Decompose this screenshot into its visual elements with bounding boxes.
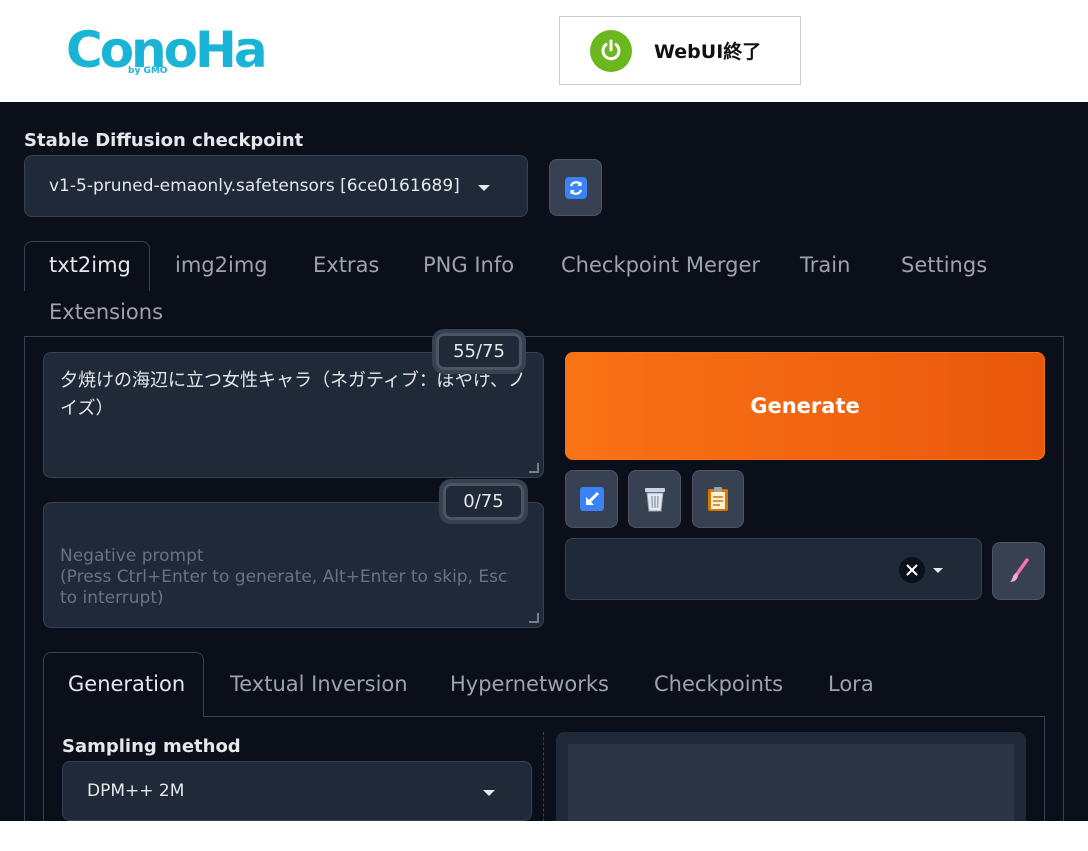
- tab-checkpoint-merger[interactable]: Checkpoint Merger: [561, 253, 760, 277]
- checkpoint-value: v1-5-pruned-emaonly.safetensors [6ce0161…: [49, 176, 460, 196]
- checkpoint-dropdown[interactable]: v1-5-pruned-emaonly.safetensors [6ce0161…: [24, 155, 528, 217]
- read-params-button[interactable]: [565, 470, 618, 528]
- sampling-method-dropdown[interactable]: DPM++ 2M: [62, 761, 532, 821]
- refresh-checkpoint-button[interactable]: [549, 159, 602, 216]
- paste-styles-button[interactable]: [692, 470, 744, 528]
- tab-extensions[interactable]: Extensions: [49, 300, 163, 324]
- clipboard-icon: [708, 487, 728, 511]
- clear-selection-icon[interactable]: [899, 557, 925, 583]
- webui-app: Stable Diffusion checkpoint v1-5-pruned-…: [0, 102, 1088, 821]
- chevron-down-icon: [478, 185, 490, 191]
- negative-prompt-input[interactable]: Negative prompt (Press Ctrl+Enter to gen…: [43, 502, 544, 628]
- subtab-textual-inversion[interactable]: Textual Inversion: [230, 672, 408, 696]
- resize-handle-icon[interactable]: [529, 463, 539, 473]
- quit-button-label: WebUI終了: [654, 41, 762, 63]
- conoha-logo: ConoHa by GMO: [66, 18, 268, 82]
- subtab-panel-right-border: [1044, 716, 1045, 821]
- refresh-icon: [564, 176, 587, 199]
- negative-prompt-placeholder: Negative prompt (Press Ctrl+Enter to gen…: [60, 546, 508, 608]
- tab-txt2img[interactable]: txt2img: [49, 253, 131, 277]
- tab-settings[interactable]: Settings: [901, 253, 987, 277]
- subtab-panel-left-border: [43, 716, 44, 821]
- edit-styles-button[interactable]: [992, 542, 1045, 600]
- power-icon: [590, 30, 632, 72]
- chevron-down-icon: [483, 790, 495, 796]
- arrow-down-left-icon: [579, 487, 604, 511]
- tab-train[interactable]: Train: [800, 253, 850, 277]
- tab-extras[interactable]: Extras: [313, 253, 379, 277]
- tab-png-info[interactable]: PNG Info: [423, 253, 514, 277]
- subtab-generation[interactable]: Generation: [68, 672, 185, 696]
- prompt-token-counter: 55/75: [432, 329, 526, 374]
- prompt-text: 夕焼けの海辺に立つ女性キャラ（ネガティブ：ぼやけ、ノイズ）: [60, 370, 527, 419]
- tab-img2img[interactable]: img2img: [175, 253, 268, 277]
- output-gallery: [556, 732, 1026, 821]
- logo-by-text: by GMO: [128, 66, 168, 76]
- sampling-method-label: Sampling method: [62, 736, 241, 757]
- clear-prompt-button[interactable]: [628, 470, 681, 528]
- output-image-area: [568, 744, 1014, 821]
- resize-handle-icon[interactable]: [529, 613, 539, 623]
- prompt-input[interactable]: 夕焼けの海辺に立つ女性キャラ（ネガティブ：ぼやけ、ノイズ）: [43, 352, 544, 478]
- column-divider: [543, 732, 544, 821]
- subtab-lora[interactable]: Lora: [828, 672, 874, 696]
- trash-icon: [644, 488, 665, 512]
- styles-dropdown[interactable]: [565, 538, 982, 600]
- brush-icon: [1009, 558, 1029, 582]
- subtab-divider: [204, 716, 1045, 717]
- negative-prompt-token-counter: 0/75: [439, 479, 528, 524]
- subtab-checkpoints[interactable]: Checkpoints: [654, 672, 783, 696]
- checkpoint-label: Stable Diffusion checkpoint: [24, 130, 304, 151]
- generate-button[interactable]: Generate: [565, 352, 1045, 460]
- sampling-method-value: DPM++ 2M: [87, 781, 185, 801]
- webui-quit-button[interactable]: WebUI終了: [559, 16, 801, 85]
- subtab-hypernetworks[interactable]: Hypernetworks: [450, 672, 609, 696]
- chevron-down-icon: [933, 568, 943, 573]
- top-header: ConoHa by GMO WebUI終了: [0, 0, 1088, 102]
